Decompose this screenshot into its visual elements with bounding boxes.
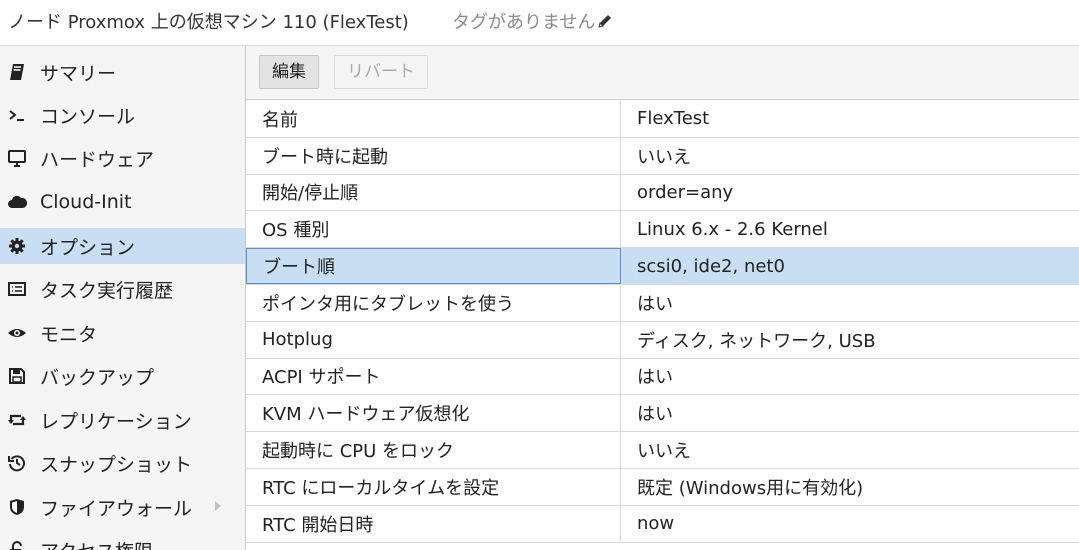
table-row[interactable]: ポインタ用にタブレットを使う はい (246, 284, 1079, 322)
sidebar-item-permissions[interactable]: アクセス権限 (0, 532, 245, 550)
sidebar-item-label: タスク実行履歴 (40, 279, 174, 302)
table-row[interactable]: 起動時に CPU をロック いいえ (246, 432, 1079, 469)
retweet-icon (6, 409, 28, 431)
table-row[interactable]: RTC にローカルタイムを設定 既定 (Windows用に有効化) (246, 468, 1079, 506)
page-title: ノード Proxmox 上の仮想マシン 110 (FlexTest) (8, 12, 409, 33)
sidebar-item-label: Cloud-Init (40, 191, 132, 213)
sidebar-item-firewall[interactable]: ファイアウォール (0, 489, 245, 525)
sidebar-item-replication[interactable]: レプリケーション (0, 402, 245, 438)
page-header: ノード Proxmox 上の仮想マシン 110 (FlexTest) タグがあり… (0, 0, 1079, 46)
revert-button[interactable]: リバート (334, 55, 428, 89)
sidebar-item-cloud-init[interactable]: Cloud-Init (0, 184, 245, 220)
eye-icon (6, 322, 28, 344)
sidebar-item-label: ファイアウォール (40, 497, 193, 520)
table-row-selected[interactable]: ブート順 scsi0, ide2, net0 (246, 248, 1079, 285)
option-name: 名前 (246, 101, 621, 137)
option-name: ブート順 (246, 248, 621, 284)
sidebar-item-label: オプション (40, 236, 136, 259)
option-name: 開始/停止順 (246, 174, 621, 211)
option-value: order=any (637, 181, 734, 203)
edit-button[interactable]: 編集 (259, 55, 319, 89)
sidebar-item-label: アクセス権限 (40, 537, 153, 550)
option-value: now (637, 513, 675, 535)
sidebar-item-console[interactable]: コンソール (0, 97, 245, 133)
sidebar-item-label: コンソール (40, 105, 136, 128)
option-value: はい (637, 367, 673, 389)
tags-label[interactable]: タグがありません (452, 8, 613, 34)
option-value: いいえ (637, 441, 691, 463)
table-row[interactable]: RTC 開始日時 now (246, 505, 1079, 543)
table-row[interactable]: OS 種別 Linux 6.x - 2.6 Kernel (246, 211, 1079, 249)
sidebar-item-task-history[interactable]: タスク実行履歴 (0, 271, 245, 307)
option-value: はい (637, 404, 673, 426)
option-name: RTC 開始日時 (246, 505, 621, 542)
table-row[interactable]: ブート時に起動 いいえ (246, 137, 1079, 175)
option-name: OS 種別 (246, 211, 621, 248)
option-name: Hotplug (246, 321, 621, 358)
terminal-icon (6, 104, 28, 126)
book-icon (6, 61, 28, 83)
table-row[interactable]: Hotplug ディスク, ネットワーク, USB (246, 321, 1079, 359)
option-value: ディスク, ネットワーク, USB (637, 330, 876, 352)
option-value: scsi0, ide2, net0 (637, 255, 785, 277)
option-value: 既定 (Windows用に有効化) (637, 477, 864, 499)
shield-icon (6, 496, 28, 518)
history-icon (6, 452, 28, 474)
option-name: KVM ハードウェア仮想化 (246, 395, 621, 432)
sidebar-item-summary[interactable]: サマリー (0, 54, 245, 90)
pencil-icon[interactable] (597, 13, 613, 29)
list-icon (6, 278, 28, 300)
option-name: ブート時に起動 (246, 137, 621, 174)
option-value: いいえ (637, 146, 691, 168)
sidebar-item-label: サマリー (40, 62, 117, 85)
sidebar-item-backup[interactable]: バックアップ (0, 358, 245, 394)
option-value: FlexTest (637, 108, 710, 130)
monitor-icon (6, 147, 28, 169)
table-row[interactable]: 名前 FlexTest (246, 101, 1079, 138)
sidebar-nav: サマリー コンソール ハードウェア Cloud-Init オプション タスク実行… (0, 46, 246, 550)
option-value: Linux 6.x - 2.6 Kernel (637, 218, 828, 240)
option-name: 起動時に CPU をロック (246, 432, 621, 468)
options-grid: 名前 FlexTest ブート時に起動 いいえ 開始/停止順 order=any… (246, 101, 1079, 543)
sidebar-item-label: レプリケーション (40, 410, 192, 433)
floppy-icon (6, 365, 28, 387)
option-name: ポインタ用にタブレットを使う (246, 284, 621, 321)
options-panel: 編集 リバート 名前 FlexTest ブート時に起動 いいえ 開始/停止順 o… (246, 46, 1079, 550)
sidebar-item-label: スナップショット (40, 453, 193, 476)
option-name: ACPI サポート (246, 358, 621, 395)
sidebar-item-options[interactable]: オプション (0, 228, 245, 264)
table-row[interactable]: KVM ハードウェア仮想化 はい (246, 395, 1079, 433)
table-row[interactable]: ACPI サポート はい (246, 358, 1079, 396)
table-row[interactable]: 開始/停止順 order=any (246, 174, 1079, 212)
toolbar: 編集 リバート (246, 46, 1079, 100)
sidebar-item-snapshot[interactable]: スナップショット (0, 445, 245, 481)
sidebar-item-label: バックアップ (40, 366, 155, 389)
tags-text: タグがありません (452, 12, 596, 33)
option-value: はい (637, 293, 673, 315)
expand-arrow-icon[interactable] (213, 498, 223, 514)
option-name: RTC にローカルタイムを設定 (246, 468, 621, 505)
sidebar-item-label: モニタ (40, 323, 98, 346)
sidebar-item-label: ハードウェア (40, 148, 155, 171)
sidebar-item-hardware[interactable]: ハードウェア (0, 140, 245, 176)
unlock-icon (6, 539, 28, 550)
gear-icon (6, 235, 28, 257)
sidebar-item-monitor[interactable]: モニタ (0, 315, 245, 351)
cloud-icon (6, 191, 28, 213)
